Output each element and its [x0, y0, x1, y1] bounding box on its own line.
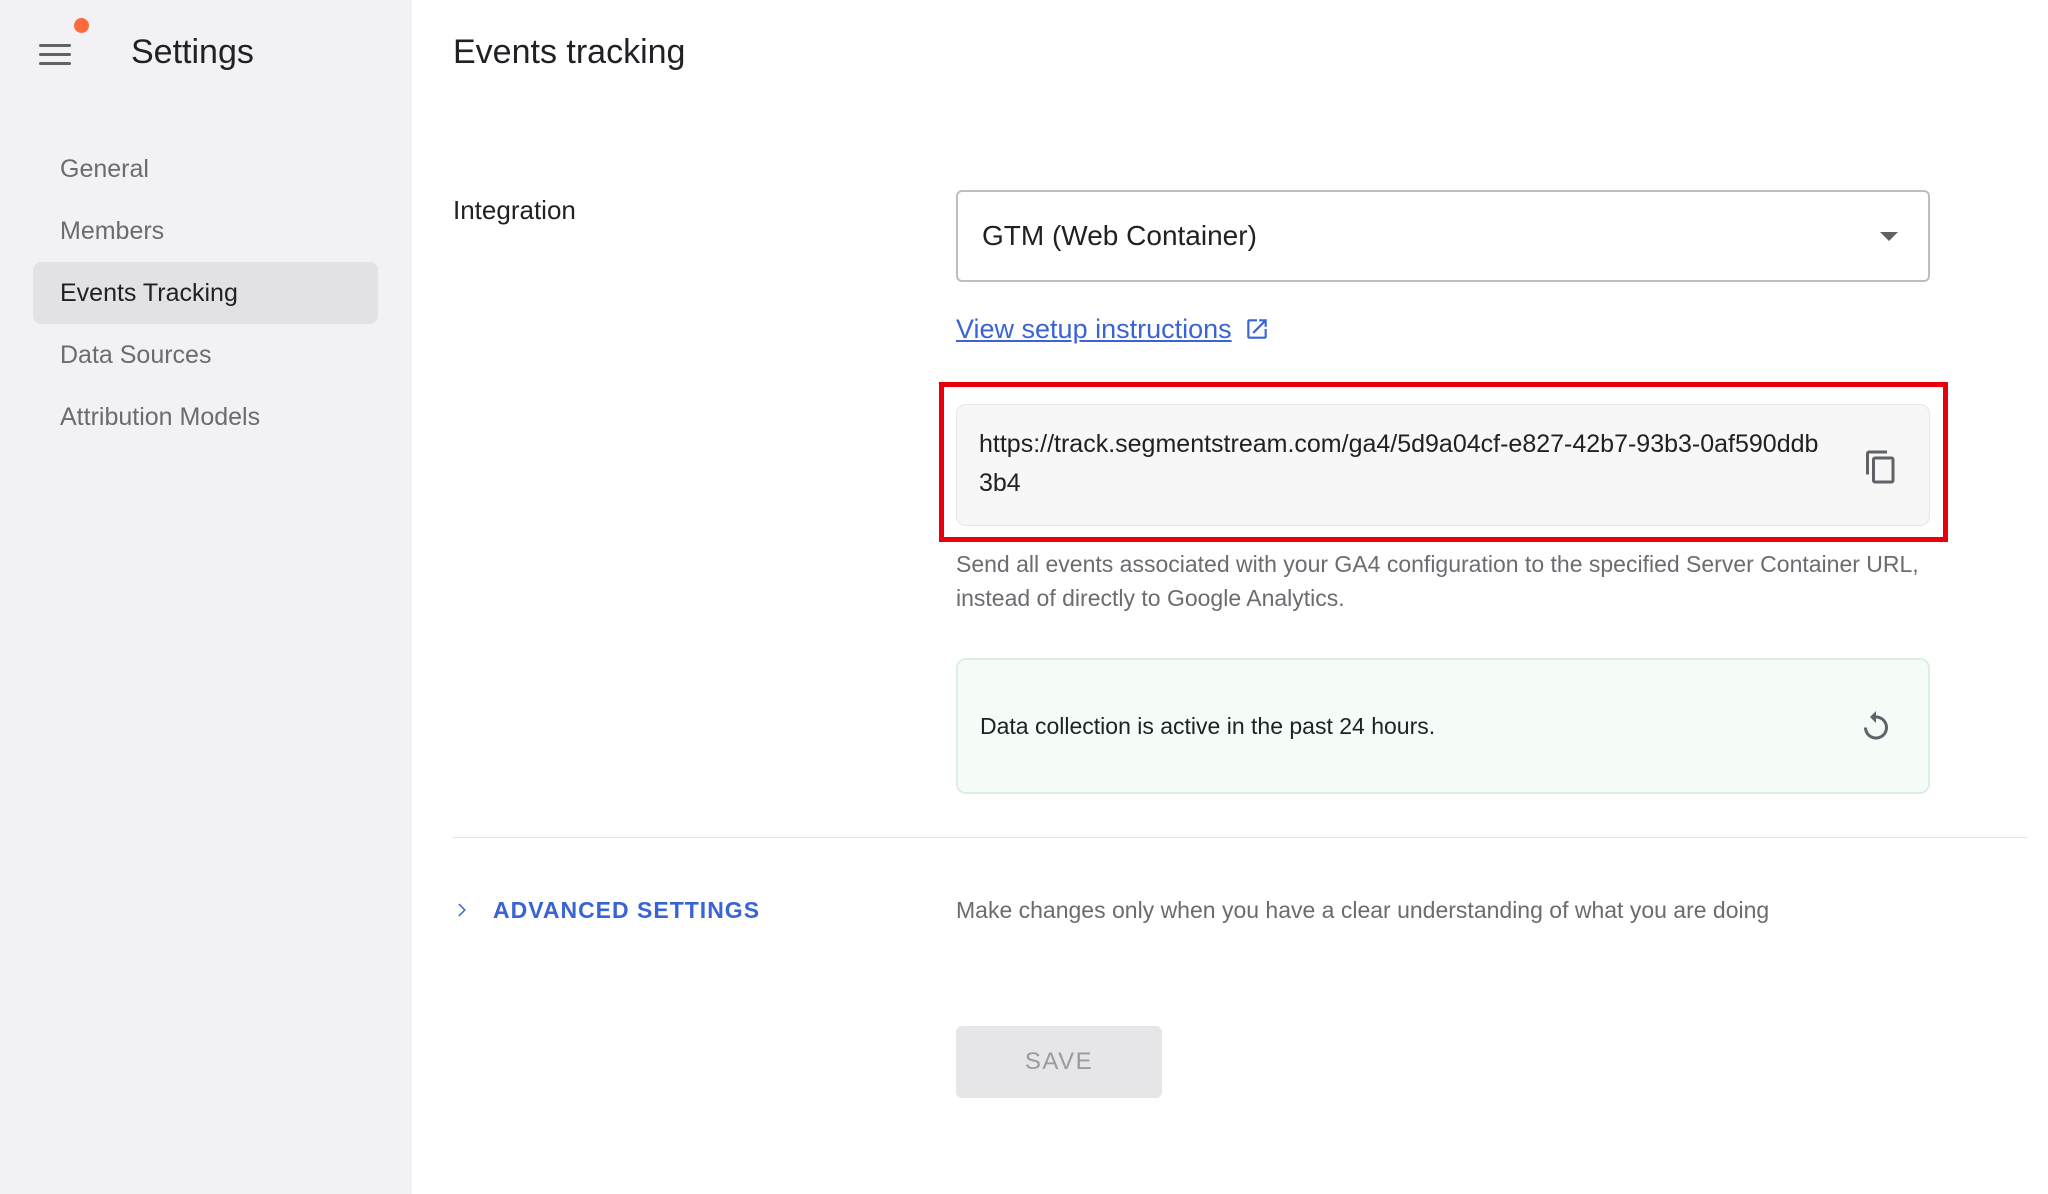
sidebar-title: Settings [131, 33, 254, 71]
sidebar-nav: General Members Events Tracking Data Sou… [33, 138, 378, 448]
status-text: Data collection is active in the past 24… [980, 713, 1436, 739]
advanced-settings-toggle[interactable]: ADVANCED SETTINGS [453, 893, 760, 927]
setup-instructions-link[interactable]: View setup instructions [956, 310, 1270, 348]
menu-button[interactable] [34, 18, 89, 72]
helper-text: Send all events associated with your GA4… [956, 551, 1919, 611]
notification-dot-icon [74, 18, 89, 33]
advanced-settings-label: ADVANCED SETTINGS [493, 897, 761, 923]
save-button[interactable]: SAVE [956, 1026, 1162, 1098]
sidebar-item-events-tracking[interactable]: Events Tracking [33, 262, 378, 324]
setup-instructions-label: View setup instructions [956, 314, 1232, 344]
integration-select[interactable]: GTM (Web Container) [956, 190, 1930, 282]
caret-down-icon [1880, 232, 1898, 241]
advanced-settings-note: Make changes only when you have a clear … [956, 897, 1770, 923]
sidebar-item-data-sources[interactable]: Data Sources [33, 324, 378, 386]
refresh-icon[interactable] [1858, 708, 1894, 744]
sidebar-item-attribution-models[interactable]: Attribution Models [33, 386, 378, 448]
sidebar-item-general[interactable]: General [33, 138, 378, 200]
integration-select-value: GTM (Web Container) [982, 220, 1257, 251]
external-link-icon [1246, 319, 1267, 339]
main-content: Events tracking Integration GTM (Web Con… [412, 0, 2048, 1194]
integration-label: Integration [453, 195, 576, 225]
page-title: Events tracking [453, 33, 686, 71]
chevron-right-icon [458, 903, 466, 917]
sidebar: Settings General Members Events Tracking… [0, 0, 412, 1194]
app-window: Settings General Members Events Tracking… [0, 0, 2048, 1194]
status-box: Data collection is active in the past 24… [956, 658, 1930, 794]
section-divider [453, 837, 2027, 838]
sidebar-item-members[interactable]: Members [33, 200, 378, 262]
highlight-annotation [939, 382, 1948, 542]
